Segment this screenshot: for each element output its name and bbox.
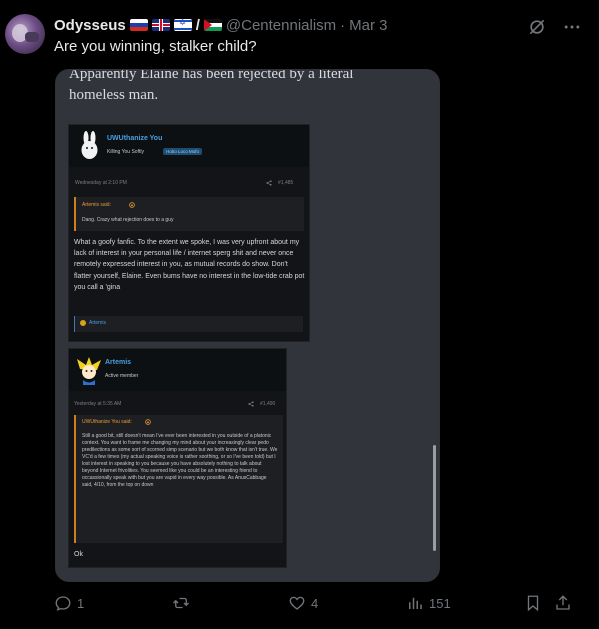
grok-icon[interactable] xyxy=(527,17,547,37)
media-scrollbar[interactable] xyxy=(433,445,436,551)
quote-title[interactable]: UWUthanize You said: xyxy=(82,419,132,425)
bookmark-action[interactable] xyxy=(524,594,542,612)
image-caption: Apparently Elaine has been rejected by a… xyxy=(69,69,354,103)
forum-post-1: UWUthanize You Killing You Softly Hobo L… xyxy=(68,124,310,342)
palestine-flag-icon xyxy=(203,19,222,31)
repost-action[interactable] xyxy=(172,594,195,612)
bunny-avatar-icon xyxy=(81,131,98,159)
post-user-title: Active member xyxy=(105,373,139,379)
share-action[interactable] xyxy=(554,594,572,612)
display-name[interactable]: Odysseus xyxy=(54,17,126,34)
tweet-header: Odysseus / @Centennialism · Mar 3 xyxy=(54,15,388,35)
forum-post-2: Artemis Active member Yesterday at 5:35 … xyxy=(68,348,287,568)
post-body: What a goofy fanfic. To the extent we sp… xyxy=(74,239,305,291)
post-user-badge: Hobo Loco Mofo xyxy=(163,148,203,155)
post-timestamp[interactable]: Wednesday at 2:10 PM xyxy=(75,180,127,186)
post-username[interactable]: Artemis xyxy=(105,359,131,366)
post-quote: UWUthanize You said: Still a good bit, s… xyxy=(74,415,283,543)
quote-title[interactable]: Artemis said: xyxy=(82,202,111,208)
post-reactions: Artemis xyxy=(74,316,303,332)
flag-separator: / xyxy=(195,16,200,34)
bookmark-icon xyxy=(527,595,539,612)
post-number[interactable]: #1,485 xyxy=(278,180,293,186)
russia-flag-icon xyxy=(129,19,148,31)
post-user-title: Killing You Softly xyxy=(107,149,144,155)
heart-icon xyxy=(289,596,305,610)
reaction-name[interactable]: Artemis xyxy=(89,320,106,326)
post-quote: Artemis said: Dang. Crazy what rejection… xyxy=(74,197,304,231)
post-body: Ok xyxy=(74,551,83,558)
view-count: 151 xyxy=(429,595,451,611)
post-number[interactable]: #1,490 xyxy=(260,401,275,407)
like-action[interactable]: 4 xyxy=(288,594,318,612)
post-username[interactable]: UWUthanize You xyxy=(107,135,162,142)
share-post-icon[interactable] xyxy=(248,401,254,407)
israel-flag-icon xyxy=(173,19,192,31)
uk-flag-icon xyxy=(151,19,170,31)
avatar[interactable] xyxy=(5,14,45,54)
share-post-icon[interactable] xyxy=(266,180,272,186)
tweet-date[interactable]: Mar 3 xyxy=(349,17,387,34)
reply-count: 1 xyxy=(77,595,85,611)
user-handle[interactable]: @Centennialism xyxy=(226,17,336,34)
quote-text: Dang. Crazy what rejection does to a guy xyxy=(82,217,174,223)
repost-icon xyxy=(173,597,189,609)
tweet-media-image[interactable]: Apparently Elaine has been rejected by a… xyxy=(55,69,440,582)
post-header xyxy=(69,125,309,167)
quote-link-icon[interactable] xyxy=(129,202,135,208)
views-action[interactable]: 151 xyxy=(406,594,451,612)
reply-action[interactable]: 1 xyxy=(54,594,84,612)
quote-link-icon[interactable] xyxy=(145,419,151,425)
anime-avatar-icon xyxy=(77,357,101,385)
reaction-icon xyxy=(80,320,86,326)
views-icon xyxy=(409,597,422,609)
tweet-text: Are you winning, stalker child? xyxy=(54,38,257,55)
separator-dot: · xyxy=(340,16,346,34)
post-timestamp[interactable]: Yesterday at 5:35 AM xyxy=(74,401,121,407)
like-count: 4 xyxy=(311,595,319,611)
reply-icon xyxy=(55,596,71,611)
more-icon[interactable] xyxy=(562,17,582,37)
quote-text: Still a good bit, still doesn't mean I'v… xyxy=(82,433,278,488)
share-icon xyxy=(556,595,570,610)
